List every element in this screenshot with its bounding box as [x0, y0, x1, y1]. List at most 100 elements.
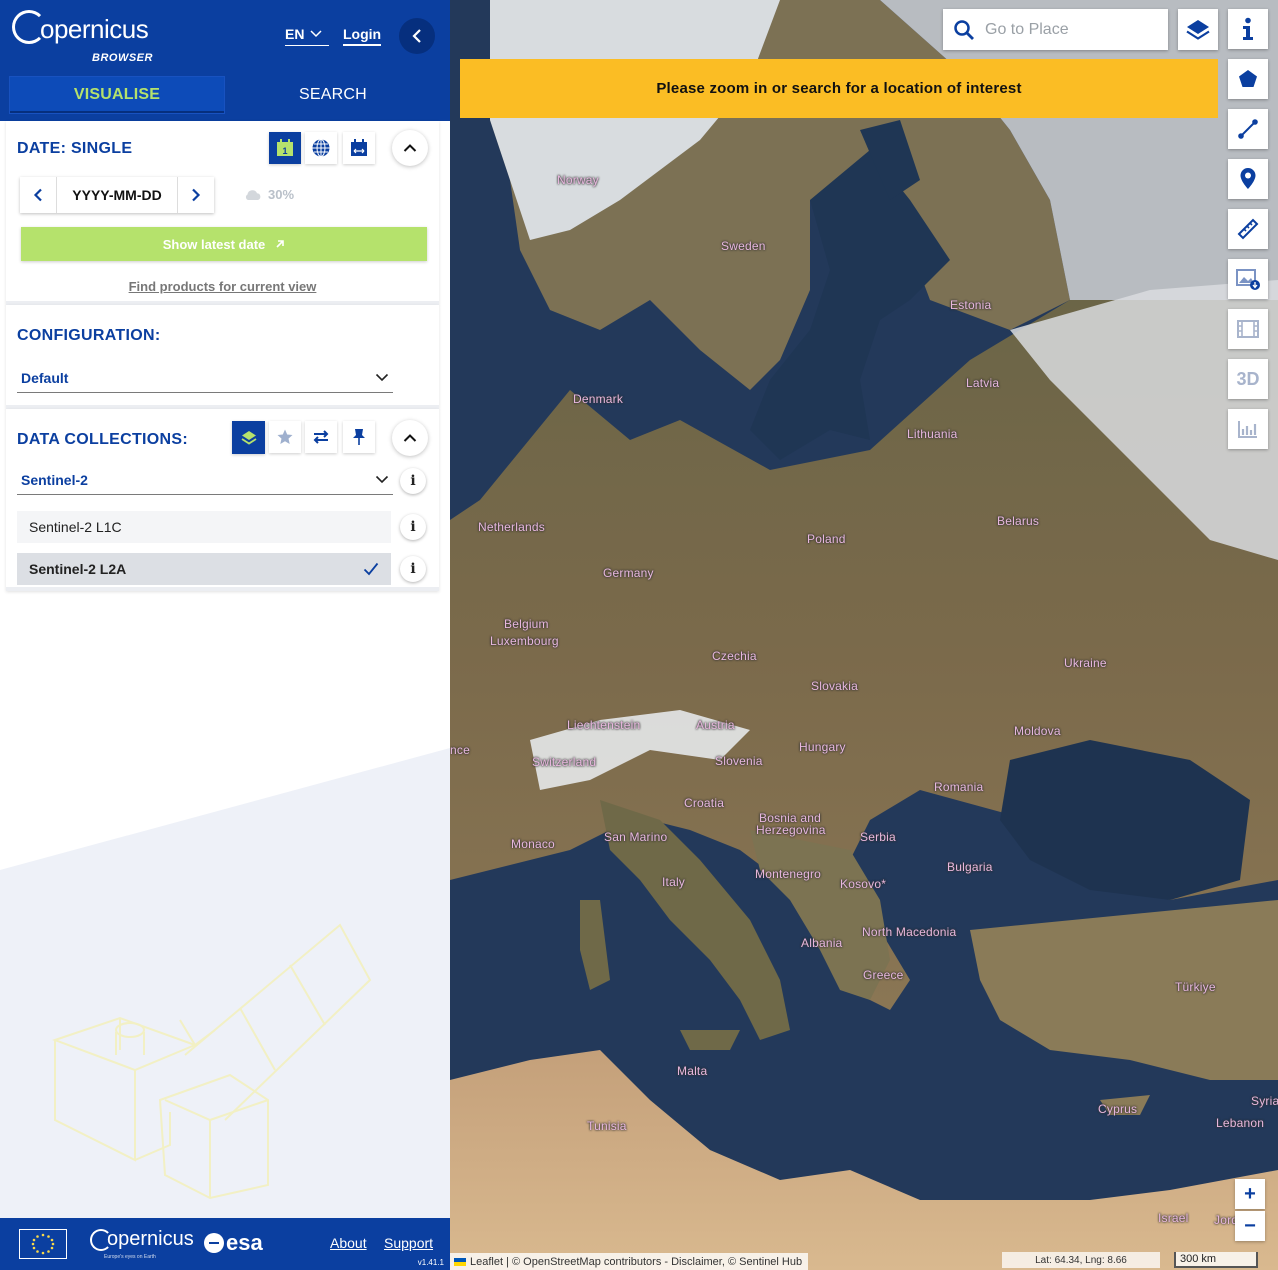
place-marker-button[interactable] [1228, 159, 1268, 199]
configuration-panel: CONFIGURATION: Default [6, 305, 439, 409]
cloud-cover-filter[interactable]: 30% [244, 187, 294, 202]
chevron-right-icon [192, 188, 201, 202]
find-products-link[interactable]: Find products for current view [6, 279, 439, 294]
collection-group-info-button[interactable]: i [400, 468, 426, 494]
map-label: Türkiye [1175, 980, 1216, 994]
map-label: Poland [807, 532, 846, 546]
image-download-icon [1236, 269, 1260, 290]
swap-icon [313, 430, 329, 444]
collection-item-l2a[interactable]: Sentinel-2 L2A [17, 553, 391, 585]
map[interactable]: Norway Sweden Estonia Latvia Denmark Lit… [450, 0, 1278, 1270]
info-icon [1243, 17, 1253, 40]
compare-button[interactable] [305, 421, 337, 453]
esa-logo[interactable]: esa [204, 1230, 263, 1256]
configuration-select[interactable]: Default [17, 363, 393, 393]
login-link[interactable]: Login [343, 26, 382, 46]
svg-text:1: 1 [282, 146, 287, 156]
eu-flag-icon[interactable] [19, 1229, 67, 1259]
chevron-down-icon [310, 30, 322, 38]
collections-layers-button[interactable] [232, 421, 265, 454]
mosaic-mode-button[interactable] [305, 132, 337, 164]
sidebar-header: opernicus BROWSER EN Login VISUALISE SEA… [0, 0, 450, 121]
cloud-icon [245, 189, 261, 200]
info-icon: i [410, 561, 416, 577]
chevron-left-icon [33, 188, 42, 202]
show-latest-date-button[interactable]: Show latest date [21, 227, 427, 261]
pin-icon [353, 429, 365, 445]
timelapse-button[interactable] [1228, 309, 1268, 349]
about-link[interactable]: About [330, 1235, 367, 1251]
image-download-button[interactable] [1228, 259, 1268, 299]
collection-group-select[interactable]: Sentinel-2 [17, 465, 393, 495]
map-label: Croatia [684, 796, 725, 810]
map-label: Lebanon [1216, 1116, 1265, 1130]
collapse-sidebar-button[interactable] [399, 18, 435, 54]
zoom-out-button[interactable]: − [1235, 1211, 1265, 1241]
single-date-mode-button[interactable]: 1 [269, 132, 301, 164]
layers-button[interactable] [1178, 9, 1218, 50]
3d-button[interactable]: 3D [1228, 359, 1268, 399]
collapse-collections-button[interactable] [392, 420, 428, 456]
language-selector[interactable]: EN [285, 26, 329, 46]
scale-bar: 300 km [1174, 1252, 1258, 1268]
marker-icon [1240, 168, 1256, 189]
support-link[interactable]: Support [384, 1235, 433, 1251]
map-label: Lithuania [907, 427, 958, 441]
collapse-date-panel-button[interactable] [392, 130, 428, 166]
copernicus-tagline: Europe's eyes on Earth [104, 1254, 156, 1260]
footer: opernicus Europe's eyes on Earth esa Abo… [0, 1218, 450, 1270]
layers-icon [241, 430, 256, 445]
map-label: Montenegro [755, 867, 822, 881]
draw-polygon-button[interactable] [1228, 59, 1268, 99]
map-label: Netherlands [478, 520, 545, 534]
copernicus-browser-logo[interactable]: opernicus BROWSER [12, 10, 152, 64]
map-label: Norway [557, 173, 599, 187]
draw-line-button[interactable] [1228, 109, 1268, 149]
map-label: Belgium [504, 617, 549, 631]
date-input[interactable]: YYYY-MM-DD [56, 177, 178, 213]
map-label: Monaco [511, 837, 555, 851]
tab-visualise[interactable]: VISUALISE [10, 77, 224, 113]
map-label: North Macedonia [862, 925, 957, 939]
map-attribution: Leaflet | © OpenStreetMap contributors -… [450, 1253, 809, 1270]
map-label: Kosovo* [840, 877, 887, 891]
l1c-info-button[interactable]: i [400, 514, 426, 540]
arrow-up-right-icon [276, 240, 285, 248]
date-range-mode-button[interactable] [343, 132, 375, 164]
chevron-left-icon [412, 29, 421, 43]
map-label: Belarus [997, 514, 1040, 528]
info-icon: i [410, 519, 416, 535]
search-input[interactable]: Go to Place [985, 21, 1069, 39]
version-label: v1.41.1 [417, 1258, 444, 1267]
map-label: Slovakia [811, 679, 858, 693]
chart-icon [1238, 421, 1257, 438]
zoom-in-notification: Please zoom in or search for a location … [460, 59, 1218, 118]
map-label: Malta [677, 1064, 708, 1078]
layers-icon [1186, 19, 1210, 40]
calendar-range-icon [351, 139, 367, 156]
zoom-in-button[interactable]: + [1235, 1179, 1265, 1209]
favorites-button[interactable] [269, 421, 301, 453]
map-label: Tunisia [587, 1119, 627, 1133]
collection-item-l1c[interactable]: Sentinel-2 L1C [17, 511, 391, 543]
next-date-button[interactable] [178, 177, 214, 213]
map-label: Germany [603, 566, 654, 580]
chevron-up-icon [403, 434, 417, 442]
chevron-down-icon [375, 373, 389, 382]
l2a-info-button[interactable]: i [400, 556, 426, 582]
sidebar: opernicus BROWSER EN Login VISUALISE SEA… [0, 0, 450, 1270]
tabs: VISUALISE SEARCH [0, 75, 450, 121]
pins-button[interactable] [343, 421, 375, 453]
calendar-single-icon: 1 [277, 139, 293, 156]
cursor-coordinates: Lat: 64.34, Lng: 8.66 [1002, 1252, 1160, 1268]
polygon-icon [1239, 70, 1257, 87]
info-button[interactable] [1228, 9, 1268, 49]
measure-button[interactable] [1228, 209, 1268, 249]
statistics-button[interactable] [1228, 409, 1268, 449]
go-to-place-search[interactable]: Go to Place [943, 9, 1168, 50]
previous-date-button[interactable] [20, 177, 56, 213]
copernicus-logo[interactable]: opernicus [90, 1228, 194, 1251]
satellite-illustration [0, 748, 450, 1218]
map-label: Serbia [860, 830, 896, 844]
tab-search[interactable]: SEARCH [226, 77, 440, 113]
